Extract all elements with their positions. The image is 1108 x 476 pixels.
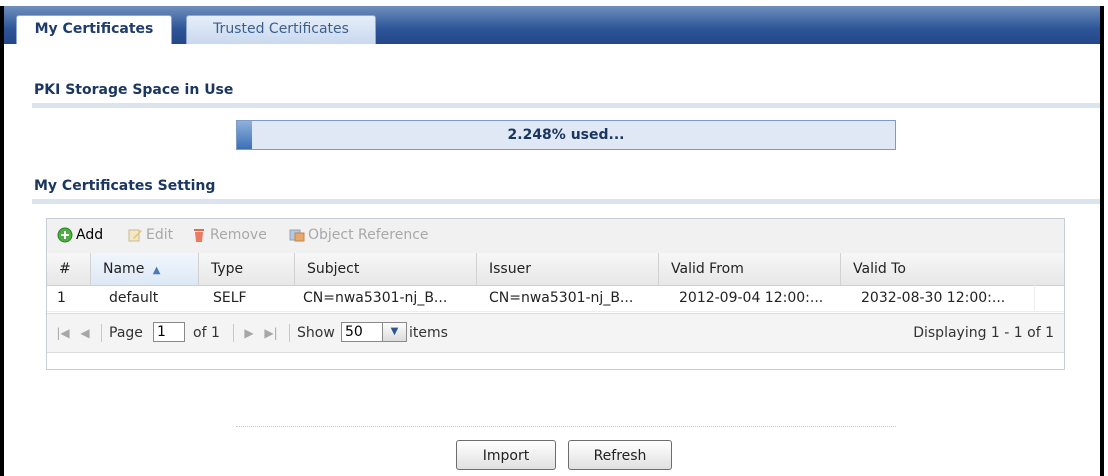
certificates-table: Add Edit Remove Object Reference # Name …	[46, 218, 1065, 370]
last-page-icon[interactable]: ▶|	[263, 324, 279, 342]
pager-separator	[101, 324, 102, 342]
show-label: Show	[297, 325, 335, 341]
column-header-subject[interactable]: Subject	[295, 253, 477, 285]
tab-trusted-certificates[interactable]: Trusted Certificates	[186, 15, 376, 44]
table-header: # Name ▲ Type Subject Issuer Valid From …	[47, 253, 1064, 286]
chevron-down-icon[interactable]: ▼	[383, 322, 407, 342]
storage-progress-label: 2.248% used...	[507, 127, 625, 143]
pagination-bar: |◀ ◀ Page of 1 ▶ ▶| Show ▼ items Display…	[47, 313, 1064, 353]
trash-icon	[191, 227, 207, 243]
first-page-icon[interactable]: |◀	[55, 324, 71, 342]
previous-page-icon[interactable]: ◀	[77, 324, 93, 342]
row-issuer: CN=nwa5301-nj_B...	[489, 290, 634, 306]
edit-label: Edit	[146, 227, 174, 243]
row-index: 1	[57, 290, 66, 306]
add-label: Add	[76, 227, 104, 243]
column-header-name[interactable]: Name ▲	[91, 253, 199, 285]
refresh-button[interactable]: Refresh	[568, 440, 672, 470]
column-header-name-label: Name	[103, 261, 145, 277]
object-reference-label: Object Reference	[308, 227, 429, 243]
pager-separator	[289, 324, 290, 342]
tab-my-certificates[interactable]: My Certificates	[16, 15, 172, 44]
row-name: default	[109, 290, 159, 306]
tab-bar: My Certificates Trusted Certificates	[4, 6, 1100, 44]
buttons-divider	[236, 426, 896, 427]
pager-separator	[233, 324, 234, 342]
object-reference-icon	[289, 227, 305, 243]
storage-progress-bar: 2.248% used...	[236, 120, 896, 150]
column-header-valid-to[interactable]: Valid To	[841, 253, 1064, 285]
row-subject: CN=nwa5301-nj_B...	[303, 290, 448, 306]
edit-icon	[127, 227, 143, 243]
settings-section-title: My Certificates Setting	[34, 178, 216, 194]
row-type: SELF	[213, 290, 247, 306]
page-count-label: of 1	[193, 325, 220, 341]
add-button[interactable]: Add	[57, 227, 103, 243]
column-header-issuer[interactable]: Issuer	[477, 253, 659, 285]
storage-section-title: PKI Storage Space in Use	[34, 82, 234, 98]
section-divider	[32, 103, 1100, 108]
add-icon	[57, 227, 73, 243]
edit-button[interactable]: Edit	[127, 227, 173, 243]
column-header-type[interactable]: Type	[199, 253, 295, 285]
page-label: Page	[109, 325, 143, 341]
column-header-index[interactable]: #	[47, 253, 91, 285]
object-reference-button[interactable]: Object Reference	[289, 227, 429, 243]
page-number-input[interactable]	[153, 322, 185, 342]
next-page-icon[interactable]: ▶	[241, 324, 257, 342]
remove-button[interactable]: Remove	[191, 227, 267, 243]
table-toolbar: Add Edit Remove Object Reference	[47, 219, 1064, 254]
column-header-valid-from[interactable]: Valid From	[659, 253, 841, 285]
remove-label: Remove	[210, 227, 267, 243]
page-size-select[interactable]	[341, 322, 383, 342]
row-valid-from: 2012-09-04 12:00:...	[679, 290, 824, 306]
sort-ascending-icon: ▲	[152, 265, 161, 276]
display-summary: Displaying 1 - 1 of 1	[913, 325, 1054, 341]
table-row[interactable]: 1 default SELF CN=nwa5301-nj_B... CN=nwa…	[47, 285, 1064, 312]
section-divider	[32, 199, 1100, 204]
row-valid-to: 2032-08-30 12:00:...	[841, 285, 1035, 311]
certificates-panel: My Certificates Trusted Certificates PKI…	[0, 6, 1104, 476]
items-label: items	[409, 325, 448, 341]
import-button[interactable]: Import	[456, 440, 556, 470]
